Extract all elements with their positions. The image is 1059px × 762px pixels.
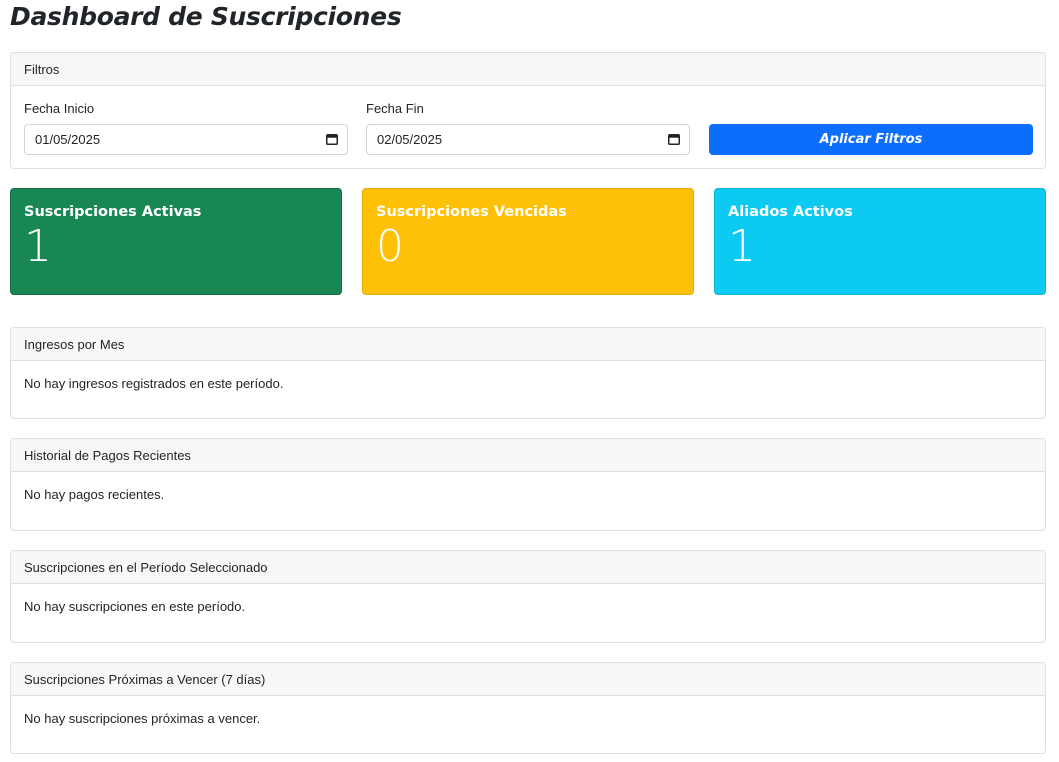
empty-message: No hay pagos recientes.	[24, 487, 165, 502]
empty-message: No hay suscripciones próximas a vencer.	[24, 711, 261, 726]
calendar-icon[interactable]	[668, 133, 680, 145]
end-date-input[interactable]: 02/05/2025	[366, 124, 690, 155]
expired-subscriptions-card: Suscripciones Vencidas 0	[362, 188, 694, 295]
start-date-input[interactable]: 01/05/2025	[24, 124, 348, 155]
active-subscriptions-card: Suscripciones Activas 1	[10, 188, 342, 295]
empty-message: No hay suscripciones en este período.	[24, 599, 246, 614]
filters-header: Filtros	[11, 53, 1045, 86]
end-date-label: Fecha Fin	[366, 101, 424, 116]
start-date-label: Fecha Inicio	[24, 101, 95, 116]
stat-value: 1	[24, 221, 52, 272]
calendar-icon[interactable]	[326, 133, 338, 145]
section-header: Suscripciones Próximas a Vencer (7 días)	[11, 663, 1045, 696]
expiring-subscriptions-card: Suscripciones Próximas a Vencer (7 días)…	[10, 662, 1046, 754]
income-by-month-card: Ingresos por Mes No hay ingresos registr…	[10, 327, 1046, 419]
stat-title: Suscripciones Vencidas	[376, 204, 567, 220]
empty-message: No hay ingresos registrados en este perí…	[24, 376, 284, 391]
section-header: Historial de Pagos Recientes	[11, 439, 1045, 472]
start-date-value: 01/05/2025	[35, 132, 101, 147]
stat-value: 0	[376, 221, 404, 272]
stat-value: 1	[728, 221, 756, 272]
apply-filters-button[interactable]: Aplicar Filtros	[709, 124, 1033, 155]
stat-title: Aliados Activos	[728, 204, 853, 220]
end-date-value: 02/05/2025	[377, 132, 443, 147]
section-header: Suscripciones en el Período Seleccionado	[11, 551, 1045, 584]
filters-card: Filtros Fecha Inicio 01/05/2025 Fecha Fi…	[10, 52, 1046, 169]
active-allies-card: Aliados Activos 1	[714, 188, 1046, 295]
page-title: Dashboard de Suscripciones	[10, 2, 402, 31]
section-header: Ingresos por Mes	[11, 328, 1045, 361]
recent-payments-card: Historial de Pagos Recientes No hay pago…	[10, 438, 1046, 531]
stat-title: Suscripciones Activas	[24, 204, 202, 220]
period-subscriptions-card: Suscripciones en el Período Seleccionado…	[10, 550, 1046, 643]
